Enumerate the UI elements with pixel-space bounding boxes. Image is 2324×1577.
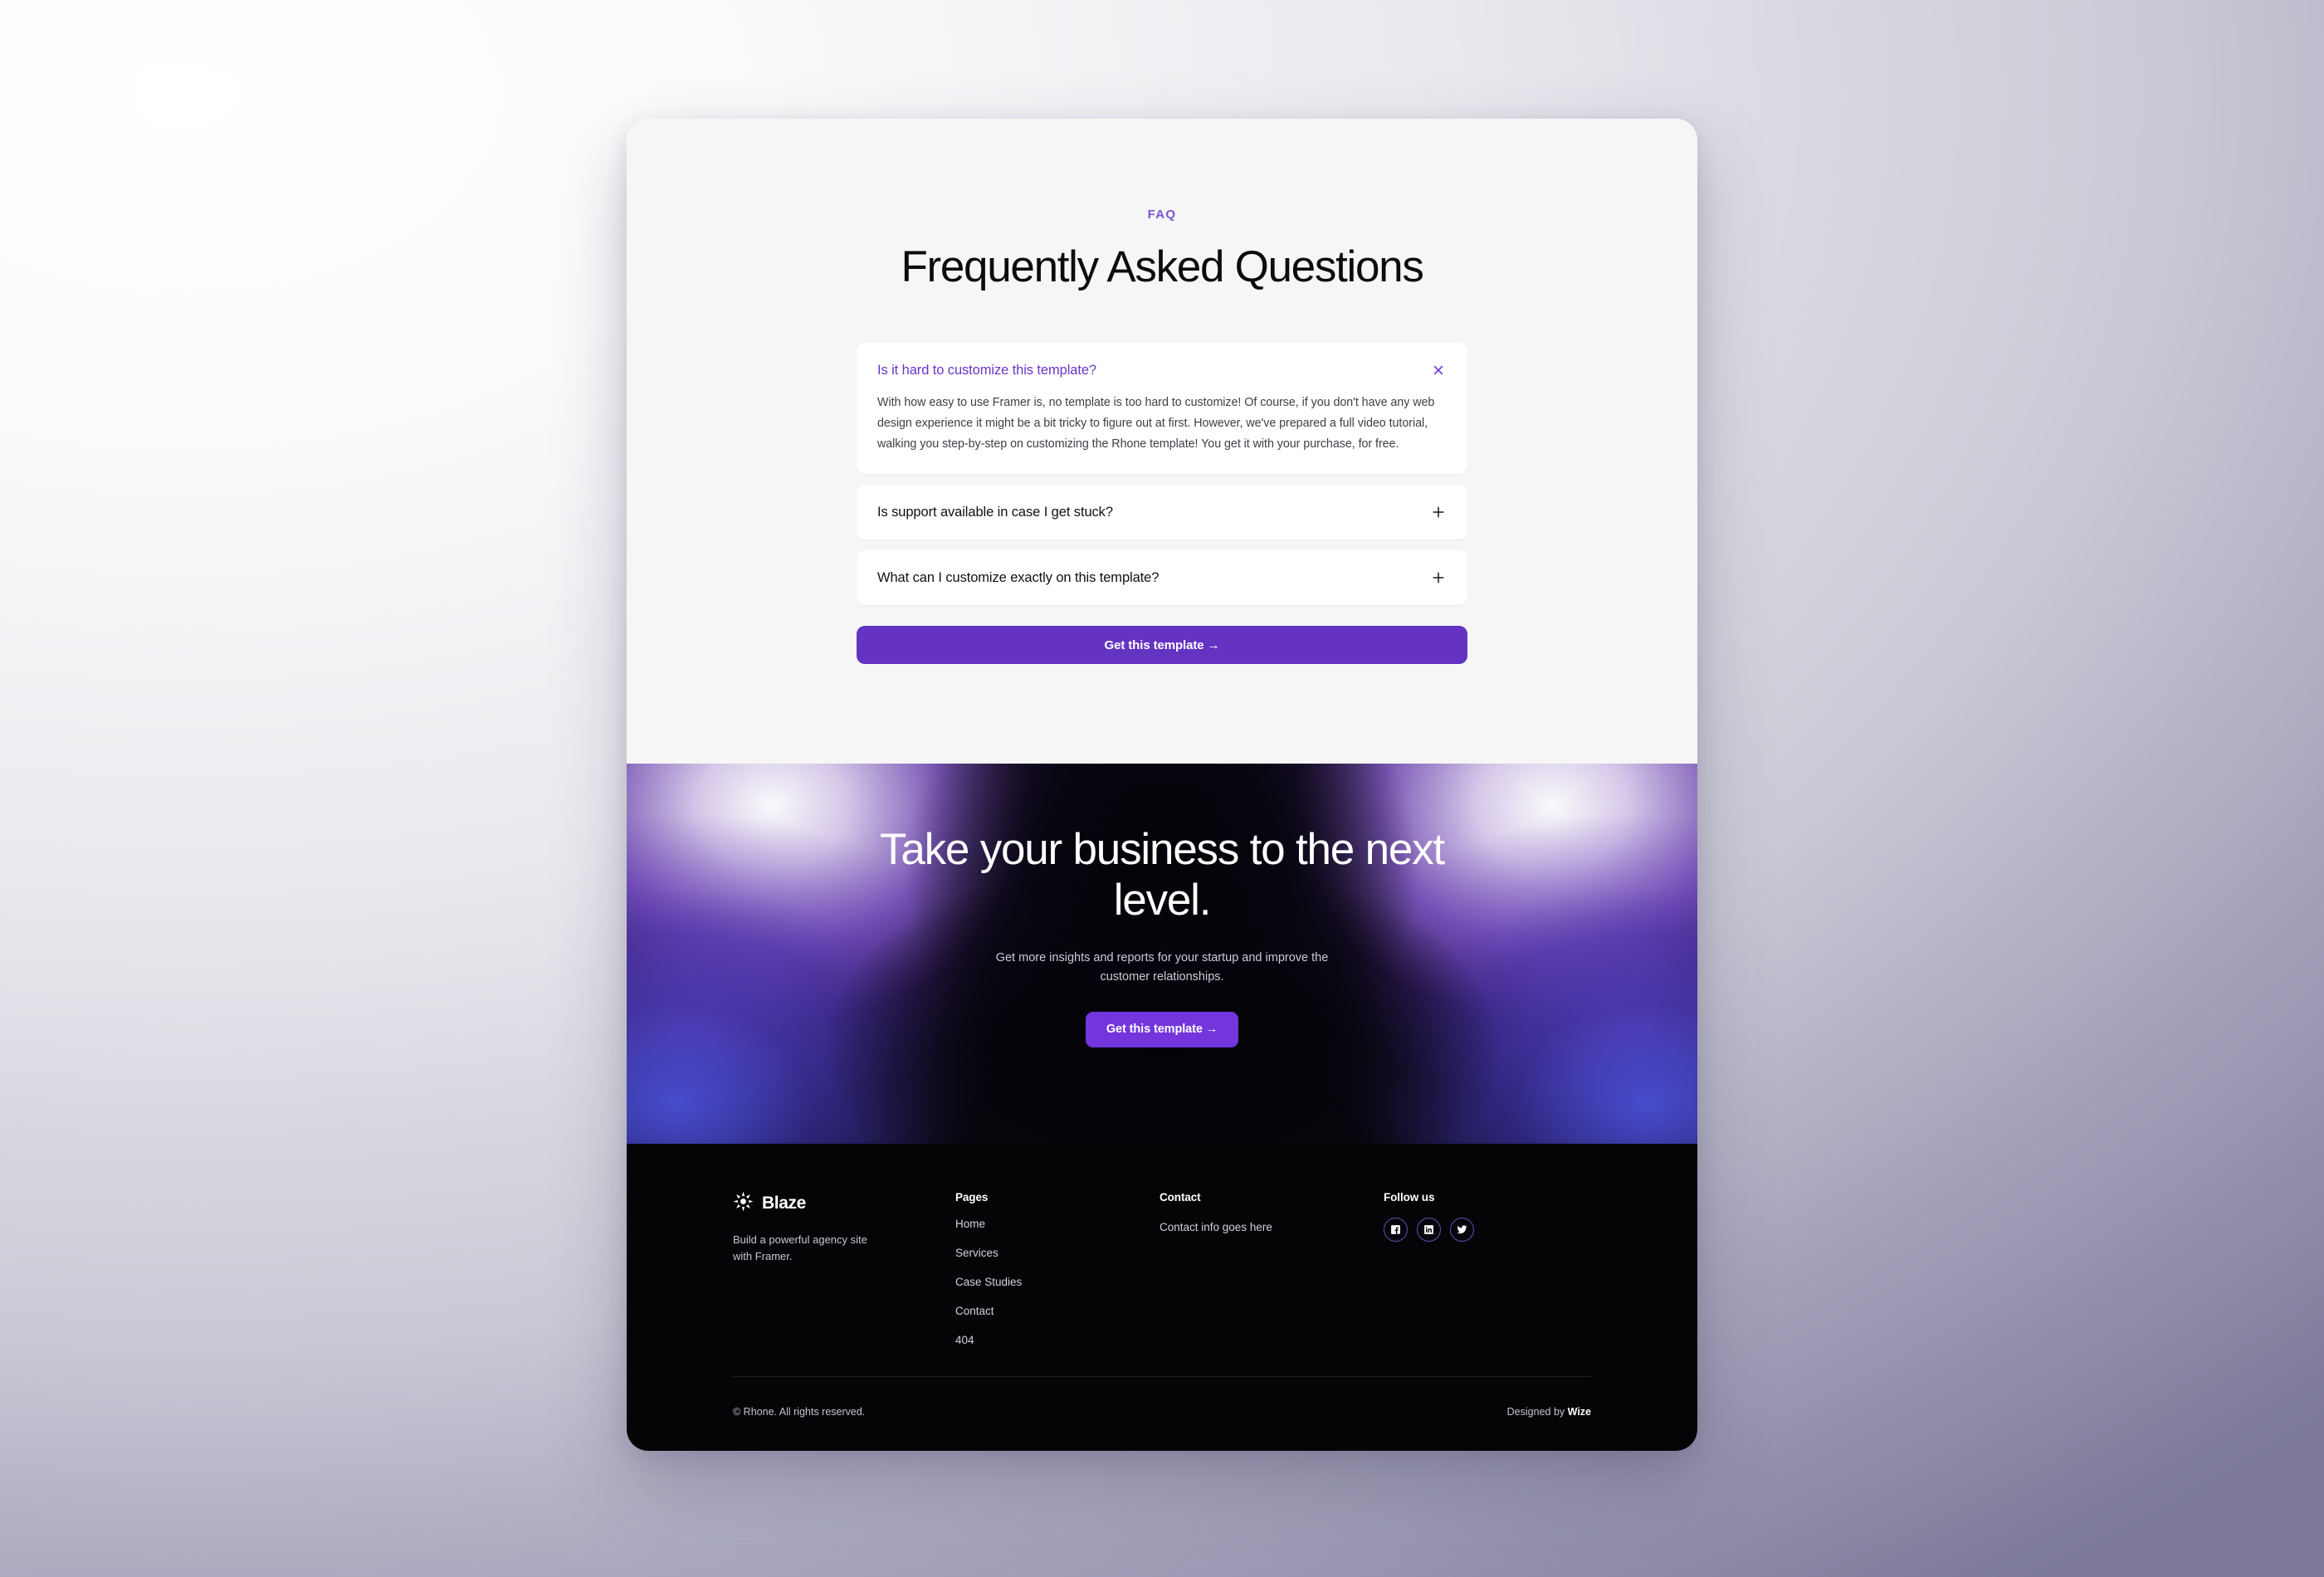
footer-brand-column: Blaze Build a powerful agency site with … <box>733 1191 955 1265</box>
page-card: FAQ Frequently Asked Questions Is it har… <box>627 119 1697 1451</box>
sun-burst-icon <box>733 1191 754 1216</box>
cta-get-template-button[interactable]: Get this template → <box>1085 1012 1239 1048</box>
footer-bottom-bar: © Rhone. All rights reserved. Designed b… <box>733 1406 1591 1418</box>
footer-pages-list: Home Services Case Studies Contact 404 <box>955 1217 1160 1348</box>
close-icon[interactable] <box>1430 362 1447 378</box>
faq-question: Is support available in case I get stuck… <box>877 504 1113 520</box>
faq-item-open[interactable]: Is it hard to customize this template? W… <box>857 343 1467 475</box>
list-item[interactable]: Case Studies <box>955 1275 1160 1290</box>
footer-link-404[interactable]: 404 <box>955 1334 974 1346</box>
plus-icon[interactable] <box>1430 504 1447 520</box>
linkedin-icon[interactable] <box>1417 1218 1441 1242</box>
faq-item-header[interactable]: Is it hard to customize this template? <box>877 362 1447 378</box>
faq-item-header[interactable]: Is support available in case I get stuck… <box>857 485 1467 540</box>
footer-link-services[interactable]: Services <box>955 1247 998 1259</box>
footer-contact-column: Contact Contact info goes here <box>1160 1191 1384 1233</box>
list-item[interactable]: Contact <box>955 1304 1160 1319</box>
faq-answer: With how easy to use Framer is, no templ… <box>877 396 1435 451</box>
list-item[interactable]: Services <box>955 1246 1160 1261</box>
faq-question: Is it hard to customize this template? <box>877 362 1096 378</box>
faq-question: What can I customize exactly on this tem… <box>877 569 1160 585</box>
list-item[interactable]: Home <box>955 1217 1160 1232</box>
brand-tagline: Build a powerful agency site with Framer… <box>733 1233 867 1263</box>
faq-item-header[interactable]: What can I customize exactly on this tem… <box>857 550 1467 605</box>
footer-pages-title: Pages <box>955 1191 989 1204</box>
page-title: Frequently Asked Questions <box>901 242 1423 291</box>
cta-subtitle: Get more insights and reports for your s… <box>995 950 1329 984</box>
footer-logo[interactable]: Blaze <box>733 1191 955 1216</box>
designed-by-prefix: Designed by <box>1506 1406 1568 1418</box>
footer-contact-title: Contact <box>1160 1191 1201 1204</box>
faq-get-template-button[interactable]: Get this template → <box>857 626 1467 665</box>
cta-title: Take your business to the next level. <box>880 825 1445 925</box>
footer-follow-column: Follow us <box>1384 1191 1474 1242</box>
footer-link-contact[interactable]: Contact <box>955 1305 994 1317</box>
footer-divider <box>733 1376 1591 1377</box>
faq-accordion: Is it hard to customize this template? W… <box>857 343 1467 606</box>
footer-contact-info: Contact info goes here <box>1160 1221 1272 1233</box>
faq-item-closed-2[interactable]: What can I customize exactly on this tem… <box>857 550 1467 606</box>
social-links <box>1384 1218 1474 1242</box>
designed-by-name[interactable]: Wize <box>1568 1406 1591 1418</box>
designed-by: Designed by Wize <box>1507 1406 1591 1418</box>
footer-columns: Blaze Build a powerful agency site with … <box>733 1191 1591 1348</box>
list-item[interactable]: 404 <box>955 1333 1160 1348</box>
brand-name: Blaze <box>762 1194 806 1213</box>
footer-follow-title: Follow us <box>1384 1191 1435 1204</box>
twitter-icon[interactable] <box>1450 1218 1474 1242</box>
footer-link-home[interactable]: Home <box>955 1218 985 1230</box>
facebook-icon[interactable] <box>1384 1218 1408 1242</box>
faq-item-closed-1[interactable]: Is support available in case I get stuck… <box>857 485 1467 540</box>
site-footer: Blaze Build a powerful agency site with … <box>627 1144 1697 1451</box>
footer-pages-column: Pages Home Services Case Studies Contact… <box>955 1191 1160 1348</box>
cta-content: Take your business to the next level. Ge… <box>627 764 1697 1048</box>
copyright-text: © Rhone. All rights reserved. <box>733 1406 866 1418</box>
faq-eyebrow: FAQ <box>1147 208 1177 222</box>
footer-link-case-studies[interactable]: Case Studies <box>955 1276 1022 1288</box>
faq-section: FAQ Frequently Asked Questions Is it har… <box>627 119 1697 764</box>
plus-icon[interactable] <box>1430 569 1447 586</box>
cta-band: Take your business to the next level. Ge… <box>627 764 1697 1144</box>
